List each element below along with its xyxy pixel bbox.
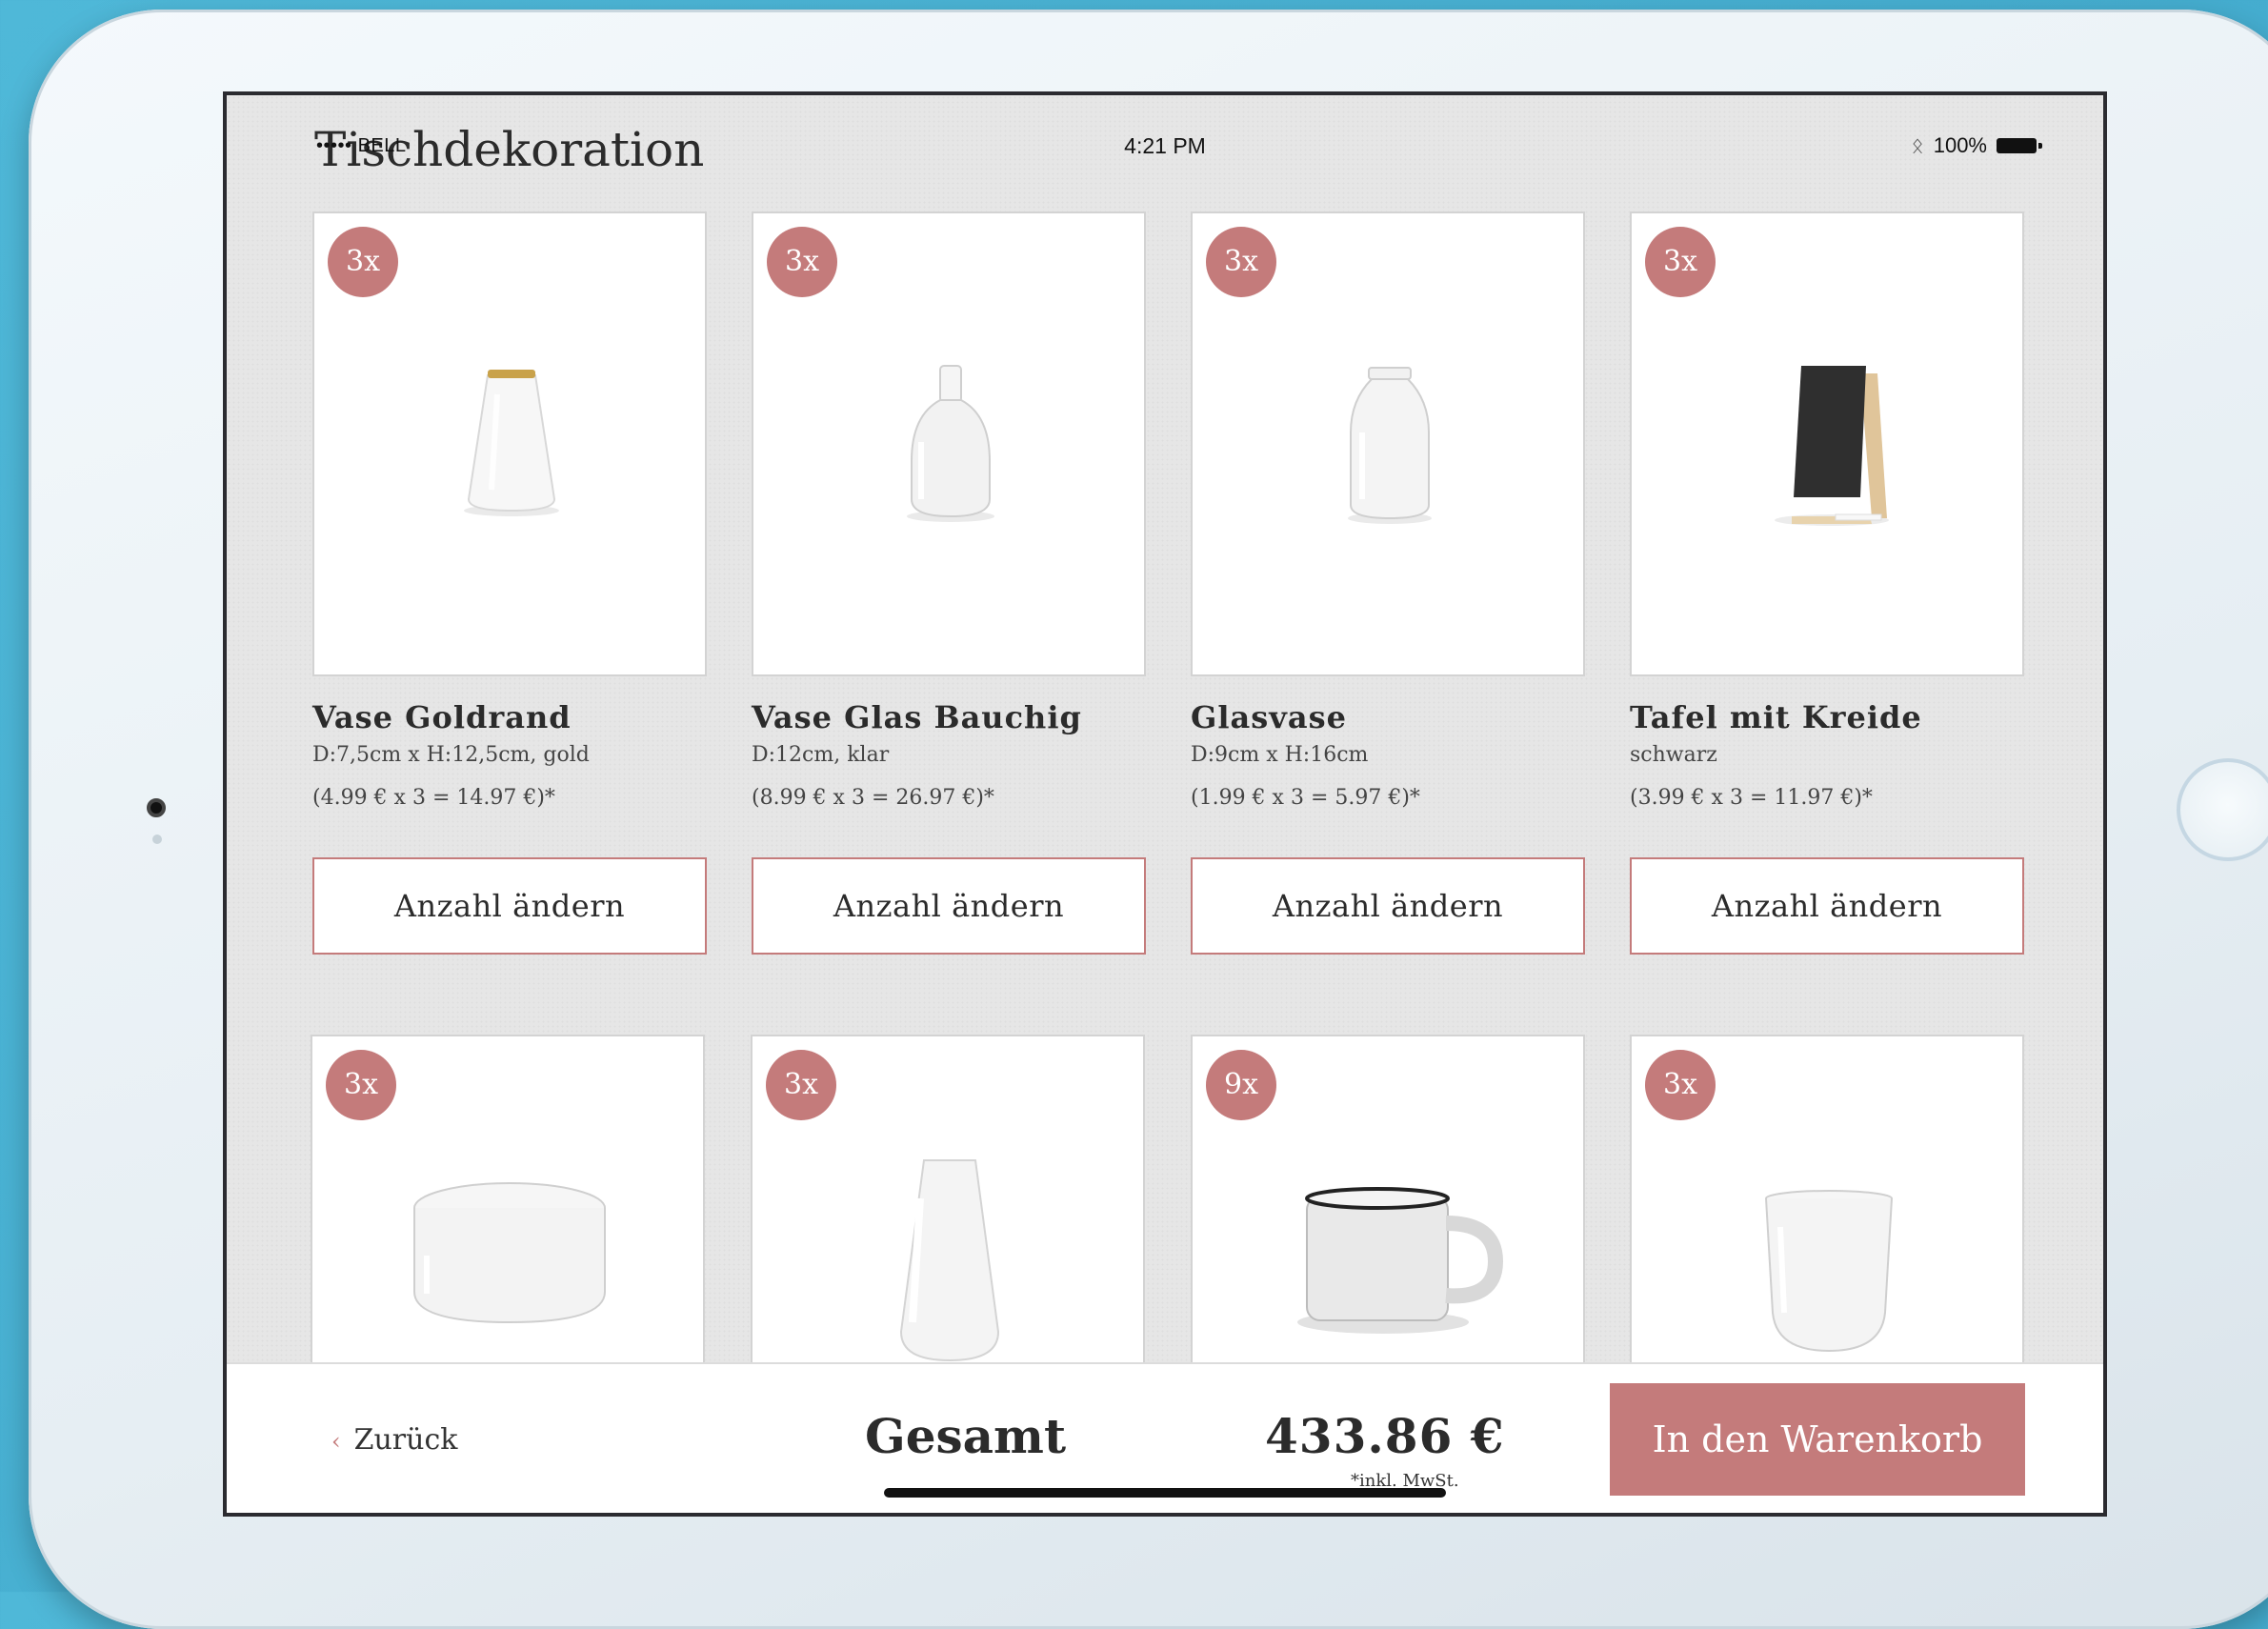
- checkout-bar: ‹ Zurück Gesamt 433.86 € *inkl. MwSt. In …: [227, 1362, 2103, 1513]
- product-price: (4.99 € x 3 = 14.97 €)*: [312, 786, 555, 810]
- product-description: D:9cm x H:16cm: [1191, 743, 1369, 767]
- back-button[interactable]: ‹ Zurück: [331, 1423, 457, 1457]
- vase-goldrand-image: [464, 370, 559, 516]
- status-time: 4:21 PM: [1124, 133, 1206, 158]
- total-label: Gesamt: [865, 1408, 1067, 1464]
- change-quantity-button[interactable]: Anzahl ändern: [752, 857, 1146, 955]
- back-label: Zurück: [353, 1423, 458, 1457]
- status-bar: ••••• BELL 4:21 PM ᛟ 100%: [227, 130, 2103, 168]
- product-name: Glasvase: [1191, 699, 1347, 735]
- home-button[interactable]: [2177, 758, 2268, 861]
- change-quantity-button[interactable]: Anzahl ändern: [1191, 857, 1585, 955]
- vase-bauchig-image: [907, 365, 994, 522]
- camera-icon: [147, 798, 166, 817]
- product-price: (3.99 € x 3 = 11.97 €)*: [1630, 786, 1873, 810]
- bluetooth-icon: ᛟ: [1911, 133, 1924, 157]
- app-screen: Tischdekoration ••••• BELL 4:21 PM ᛟ 100…: [223, 91, 2107, 1517]
- product-name: Vase Goldrand: [312, 699, 572, 735]
- home-indicator[interactable]: [884, 1488, 1446, 1498]
- product-description: D:12cm, klar: [752, 743, 890, 767]
- change-quantity-button[interactable]: Anzahl ändern: [1630, 857, 2024, 955]
- product-description: schwarz: [1630, 743, 1717, 767]
- change-quantity-button[interactable]: Anzahl ändern: [312, 857, 707, 955]
- battery-percent: 100%: [1933, 133, 1987, 157]
- product-image[interactable]: 3x: [312, 211, 707, 676]
- add-to-cart-button[interactable]: In den Warenkorb: [1610, 1383, 2025, 1496]
- product-image[interactable]: 3x: [752, 211, 1146, 676]
- product-card: 3x Tafel mit Kreide schwarz (3.99 € x 3 …: [1630, 211, 2024, 955]
- product-price: (1.99 € x 3 = 5.97 €)*: [1191, 786, 1420, 810]
- glasvase-image: [1348, 367, 1432, 524]
- product-price: (8.99 € x 3 = 26.97 €)*: [752, 786, 994, 810]
- product-card: 3x Glasvase D:9cm x H:16cm (1.99 € x 3 =…: [1191, 211, 1585, 955]
- product-name: Vase Glas Bauchig: [752, 699, 1082, 735]
- product-description: D:7,5cm x H:12,5cm, gold: [312, 743, 590, 767]
- battery-icon: [1997, 138, 2042, 153]
- product-card: 3x Vase Goldrand D:7,5cm x H:12,5cm, gol…: [312, 211, 707, 955]
- sensor-dot: [152, 835, 162, 844]
- product-image[interactable]: 3x: [1191, 211, 1585, 676]
- product-card: 3x Vase Glas Bauchig D:12cm, klar (8.99 …: [752, 211, 1146, 955]
- total-amount: 433.86 €: [1265, 1408, 1505, 1464]
- product-name: Tafel mit Kreide: [1630, 699, 1922, 735]
- product-image[interactable]: 3x: [1630, 211, 2024, 676]
- chalkboard-image: [1775, 366, 1889, 526]
- chevron-left-icon: ‹: [331, 1428, 341, 1455]
